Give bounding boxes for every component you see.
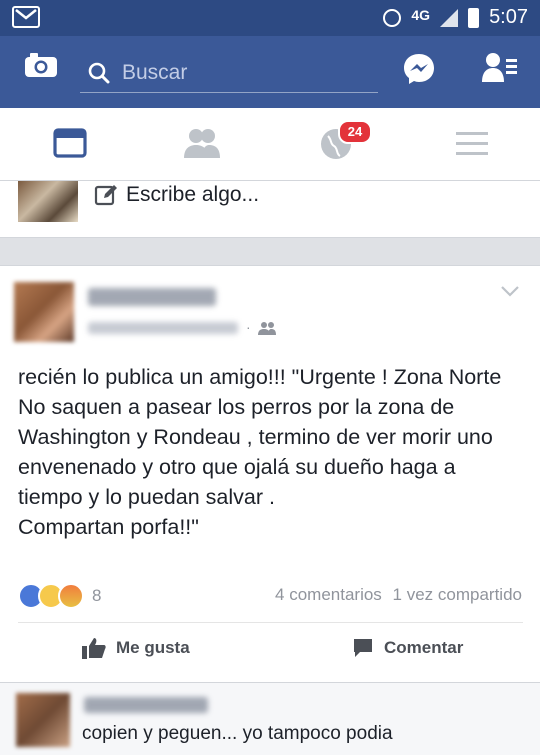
- author-name-blurred[interactable]: [88, 288, 216, 306]
- commenter-avatar[interactable]: [16, 693, 70, 747]
- battery-icon: [468, 7, 480, 28]
- friends-audience-icon: [258, 322, 276, 335]
- author-avatar[interactable]: [14, 282, 74, 342]
- reaction-count: 8: [92, 586, 102, 605]
- composer-placeholder: Escribe algo...: [126, 183, 260, 206]
- search-input[interactable]: [120, 56, 374, 90]
- network-type: 4G: [411, 6, 431, 23]
- post-text: recién lo publica un amigo!!! "Urgente !…: [18, 365, 502, 539]
- clock: 5:07: [489, 6, 528, 28]
- like-button[interactable]: Me gusta: [82, 637, 190, 659]
- angry-reaction-icon: [58, 583, 84, 609]
- thumbs-up-icon: [82, 638, 106, 659]
- newsfeed-icon[interactable]: [50, 126, 90, 160]
- comment-button-label: Comentar: [384, 638, 464, 657]
- friend-requests-icon[interactable]: [482, 52, 518, 82]
- separator-dot: ·: [246, 319, 251, 335]
- edit-icon: [94, 185, 117, 206]
- friends-icon[interactable]: [182, 126, 222, 160]
- signal-icon: [440, 8, 459, 27]
- comment-count[interactable]: 4 comentarios: [275, 585, 382, 604]
- notification-badge: 24: [338, 120, 372, 144]
- top-bar: [0, 36, 540, 108]
- comment-button[interactable]: Comentar: [352, 637, 463, 659]
- comment-preview[interactable]: copien y peguen... yo tampoco podia: [0, 682, 540, 755]
- post-timestamp-blurred: [88, 322, 238, 334]
- status-bar: 4G 5:07: [0, 0, 540, 36]
- composer[interactable]: Escribe algo...: [0, 181, 540, 238]
- alarm-icon: [383, 8, 402, 27]
- reactions-summary[interactable]: 8: [18, 583, 102, 609]
- search-bar[interactable]: [80, 54, 378, 93]
- user-profile-picture: [18, 181, 78, 222]
- nav-tabs: [0, 108, 540, 181]
- post-actions: Me gusta Comentar: [18, 622, 523, 681]
- engagement-stats: 4 comentarios 1 vez compartido: [275, 585, 522, 605]
- feed-post: · recién lo publica un amigo!!! "Urgente…: [0, 265, 540, 682]
- camera-icon[interactable]: [24, 52, 58, 78]
- search-icon: [88, 62, 110, 84]
- share-count[interactable]: 1 vez compartido: [393, 585, 522, 604]
- commenter-name-blurred[interactable]: [84, 697, 208, 713]
- gmail-icon: [12, 6, 40, 28]
- hamburger-menu-icon[interactable]: [452, 126, 492, 160]
- messenger-icon[interactable]: [402, 52, 436, 86]
- chevron-down-icon[interactable]: [500, 284, 520, 298]
- comment-text: copien y peguen... yo tampoco podia: [82, 723, 393, 744]
- like-button-label: Me gusta: [116, 638, 190, 657]
- comment-icon: [354, 639, 372, 657]
